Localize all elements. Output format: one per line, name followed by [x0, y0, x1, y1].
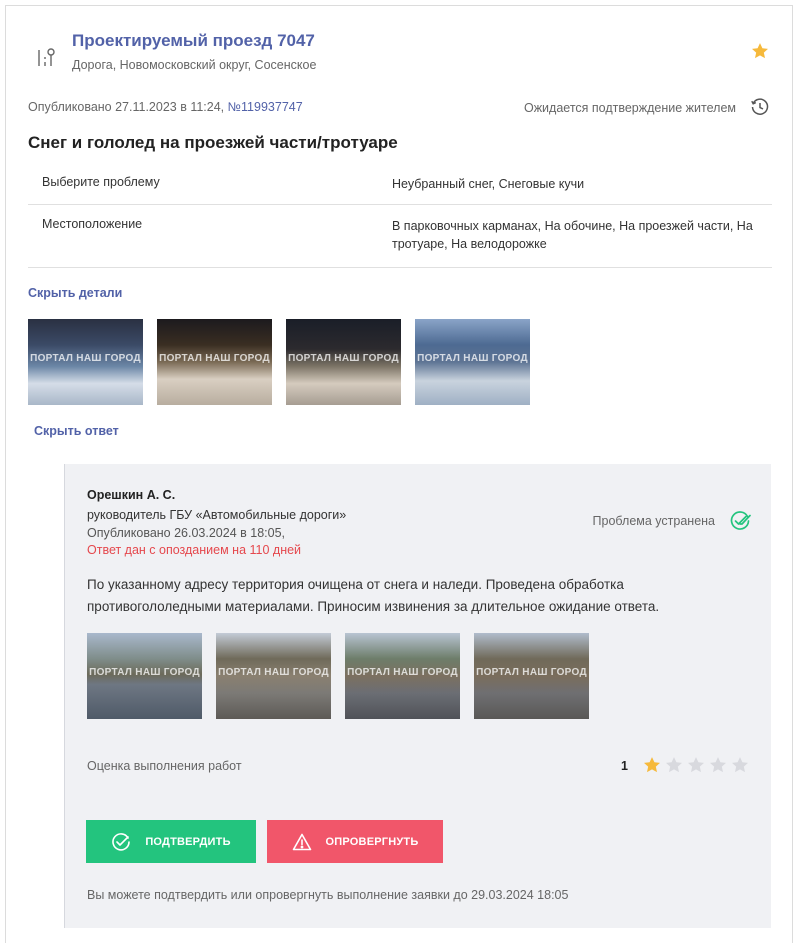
answer-photo[interactable]: ПОРТАЛ НАШ ГОРОД — [345, 633, 460, 719]
photo-watermark: ПОРТАЛ НАШ ГОРОД — [218, 667, 329, 678]
request-number-link[interactable]: №119937747 — [228, 100, 303, 114]
hide-answer-link[interactable]: Скрыть ответ — [34, 424, 119, 438]
issue-photo[interactable]: ПОРТАЛ НАШ ГОРОД — [286, 319, 401, 405]
answer-author: Орешкин А. С. — [87, 488, 176, 502]
answer-photo[interactable]: ПОРТАЛ НАШ ГОРОД — [474, 633, 589, 719]
detail-label: Выберите проблему — [42, 175, 160, 189]
request-status: Ожидается подтверждение жителем — [523, 101, 736, 115]
street-title[interactable]: Проектируемый проезд 7047 — [72, 31, 315, 51]
answer-photos: ПОРТАЛ НАШ ГОРОД ПОРТАЛ НАШ ГОРОД ПОРТАЛ… — [87, 633, 589, 719]
issue-photo[interactable]: ПОРТАЛ НАШ ГОРОД — [28, 319, 143, 405]
photo-watermark: ПОРТАЛ НАШ ГОРОД — [89, 667, 200, 678]
answer-author-role: руководитель ГБУ «Автомобильные дороги» — [87, 508, 347, 522]
photo-watermark: ПОРТАЛ НАШ ГОРОД — [476, 667, 587, 678]
detail-label: Местоположение — [42, 217, 143, 231]
rating-star-icon[interactable] — [708, 755, 728, 775]
confirm-button-label: ПОДТВЕРДИТЬ — [145, 835, 231, 848]
rating-star-icon[interactable] — [642, 755, 662, 775]
published-date: Опубликовано 27.11.2023 в 11:24, — [28, 100, 228, 114]
detail-value: Неубранный снег, Снеговые кучи — [392, 177, 585, 191]
answer-photo[interactable]: ПОРТАЛ НАШ ГОРОД — [87, 633, 202, 719]
photo-watermark: ПОРТАЛ НАШ ГОРОД — [417, 353, 528, 364]
check-circle-icon — [112, 832, 131, 851]
address-subtitle: Дорога, Новомосковский округ, Сосенское — [72, 58, 317, 72]
confirm-button[interactable]: ПОДТВЕРДИТЬ — [86, 820, 256, 863]
answer-photo[interactable]: ПОРТАЛ НАШ ГОРОД — [216, 633, 331, 719]
issue-photos: ПОРТАЛ НАШ ГОРОД ПОРТАЛ НАШ ГОРОД ПОРТАЛ… — [28, 319, 530, 405]
confirm-deadline-note: Вы можете подтвердить или опровергнуть в… — [87, 888, 569, 902]
answer-text: По указанному адресу территория очищена … — [87, 577, 660, 614]
favorite-star-icon[interactable] — [750, 41, 770, 61]
warning-triangle-icon — [292, 833, 311, 850]
answer-late-notice: Ответ дан с опозданием на 110 дней — [87, 543, 302, 557]
official-answer: Орешкин А. С. руководитель ГБУ «Автомоби… — [64, 464, 771, 928]
rating-stars[interactable] — [642, 755, 750, 775]
photo-watermark: ПОРТАЛ НАШ ГОРОД — [288, 353, 399, 364]
details-row: Местоположение В парковочных карманах, Н… — [28, 205, 772, 268]
answer-published: Опубликовано 26.03.2024 в 18:05, — [87, 526, 285, 540]
answer-status: Проблема устранена — [592, 514, 715, 528]
photo-watermark: ПОРТАЛ НАШ ГОРОД — [159, 353, 270, 364]
issue-title: Снег и гололед на проезжей части/тротуар… — [28, 133, 398, 152]
clock-history-icon — [751, 98, 769, 115]
published-info: Опубликовано 27.11.2023 в 11:24, №119937… — [28, 100, 303, 114]
rating-star-icon[interactable] — [730, 755, 750, 775]
rating-label: Оценка выполнения работ — [87, 759, 242, 773]
reject-button[interactable]: ОПРОВЕРГНУТЬ — [267, 820, 443, 863]
photo-watermark: ПОРТАЛ НАШ ГОРОД — [347, 667, 458, 678]
detail-value: В парковочных карманах, На обочине, На п… — [392, 219, 753, 251]
issue-photo[interactable]: ПОРТАЛ НАШ ГОРОД — [415, 319, 530, 405]
rating-star-icon[interactable] — [664, 755, 684, 775]
issue-photo[interactable]: ПОРТАЛ НАШ ГОРОД — [157, 319, 272, 405]
road-pin-icon — [38, 48, 55, 66]
hide-details-link[interactable]: Скрыть детали — [28, 286, 122, 300]
double-check-icon — [730, 511, 751, 530]
issue-details-table: Выберите проблему Неубранный снег, Снего… — [28, 163, 772, 268]
details-row: Выберите проблему Неубранный снег, Снего… — [28, 163, 772, 205]
reject-button-label: ОПРОВЕРГНУТЬ — [325, 835, 419, 848]
rating-value: 1 — [621, 759, 628, 773]
photo-watermark: ПОРТАЛ НАШ ГОРОД — [30, 353, 141, 364]
rating-star-icon[interactable] — [686, 755, 706, 775]
